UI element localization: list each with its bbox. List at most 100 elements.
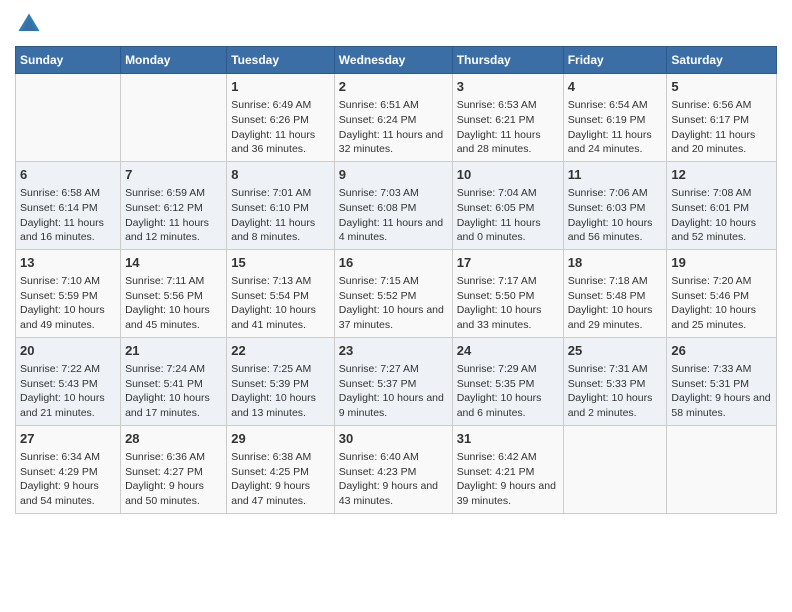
day-number: 27 (20, 430, 116, 448)
day-info: Sunrise: 7:25 AM Sunset: 5:39 PM Dayligh… (231, 362, 330, 421)
day-cell: 29 Sunrise: 6:38 AM Sunset: 4:25 PM Dayli… (227, 425, 335, 513)
day-cell: 21 Sunrise: 7:24 AM Sunset: 5:41 PM Dayli… (121, 337, 227, 425)
day-number: 12 (671, 166, 772, 184)
day-cell: 17Sunrise: 7:17 AM Sunset: 5:50 PM Dayli… (452, 249, 563, 337)
col-header-wednesday: Wednesday (334, 47, 452, 74)
day-number: 11 (568, 166, 663, 184)
day-cell: 11 Sunrise: 7:06 AM Sunset: 6:03 PM Dayli… (563, 161, 667, 249)
day-cell (16, 74, 121, 162)
day-number: 7 (125, 166, 222, 184)
day-number: 21 (125, 342, 222, 360)
day-cell: 24 Sunrise: 7:29 AM Sunset: 5:35 PM Dayli… (452, 337, 563, 425)
day-info: Sunrise: 7:01 AM Sunset: 6:10 PM Dayligh… (231, 186, 330, 245)
day-cell: 4Sunrise: 6:54 AM Sunset: 6:19 PM Daylig… (563, 74, 667, 162)
day-info: Sunrise: 6:36 AM Sunset: 4:27 PM Dayligh… (125, 450, 222, 509)
day-cell (563, 425, 667, 513)
day-number: 23 (339, 342, 448, 360)
day-info: Sunrise: 7:33 AM Sunset: 5:31 PM Dayligh… (671, 362, 772, 421)
day-number: 17 (457, 254, 559, 272)
day-number: 28 (125, 430, 222, 448)
day-info: Sunrise: 7:18 AM Sunset: 5:48 PM Dayligh… (568, 274, 663, 333)
day-info: Sunrise: 6:49 AM Sunset: 6:26 PM Dayligh… (231, 98, 330, 157)
day-info: Sunrise: 7:04 AM Sunset: 6:05 PM Dayligh… (457, 186, 559, 245)
day-cell: 18 Sunrise: 7:18 AM Sunset: 5:48 PM Dayli… (563, 249, 667, 337)
day-cell: 13Sunrise: 7:10 AM Sunset: 5:59 PM Dayli… (16, 249, 121, 337)
day-info: Sunrise: 6:34 AM Sunset: 4:29 PM Dayligh… (20, 450, 116, 509)
day-number: 9 (339, 166, 448, 184)
day-info: Sunrise: 7:13 AM Sunset: 5:54 PM Dayligh… (231, 274, 330, 333)
day-cell: 8 Sunrise: 7:01 AM Sunset: 6:10 PM Daylig… (227, 161, 335, 249)
day-info: Sunrise: 6:53 AM Sunset: 6:21 PM Dayligh… (457, 98, 559, 157)
day-number: 25 (568, 342, 663, 360)
week-row-4: 20 Sunrise: 7:22 AM Sunset: 5:43 PM Dayli… (16, 337, 777, 425)
day-cell: 23 Sunrise: 7:27 AM Sunset: 5:37 PM Dayli… (334, 337, 452, 425)
day-number: 15 (231, 254, 330, 272)
day-cell: 27 Sunrise: 6:34 AM Sunset: 4:29 PM Dayli… (16, 425, 121, 513)
day-cell: 6 Sunrise: 6:58 AM Sunset: 6:14 PM Daylig… (16, 161, 121, 249)
day-cell: 7 Sunrise: 6:59 AM Sunset: 6:12 PM Daylig… (121, 161, 227, 249)
logo-icon (15, 10, 43, 38)
day-number: 2 (339, 78, 448, 96)
day-number: 1 (231, 78, 330, 96)
day-number: 14 (125, 254, 222, 272)
day-cell: 20 Sunrise: 7:22 AM Sunset: 5:43 PM Dayli… (16, 337, 121, 425)
day-number: 18 (568, 254, 663, 272)
day-cell: 28 Sunrise: 6:36 AM Sunset: 4:27 PM Dayli… (121, 425, 227, 513)
day-number: 10 (457, 166, 559, 184)
day-number: 20 (20, 342, 116, 360)
day-info: Sunrise: 6:38 AM Sunset: 4:25 PM Dayligh… (231, 450, 330, 509)
day-cell: 15 Sunrise: 7:13 AM Sunset: 5:54 PM Dayli… (227, 249, 335, 337)
day-cell (121, 74, 227, 162)
week-row-5: 27 Sunrise: 6:34 AM Sunset: 4:29 PM Dayli… (16, 425, 777, 513)
week-row-1: 1 Sunrise: 6:49 AM Sunset: 6:26 PM Daylig… (16, 74, 777, 162)
day-info: Sunrise: 6:42 AM Sunset: 4:21 PM Dayligh… (457, 450, 559, 509)
day-cell: 2 Sunrise: 6:51 AM Sunset: 6:24 PM Daylig… (334, 74, 452, 162)
col-header-tuesday: Tuesday (227, 47, 335, 74)
header-row: SundayMondayTuesdayWednesdayThursdayFrid… (16, 47, 777, 74)
day-info: Sunrise: 7:24 AM Sunset: 5:41 PM Dayligh… (125, 362, 222, 421)
day-info: Sunrise: 6:58 AM Sunset: 6:14 PM Dayligh… (20, 186, 116, 245)
day-cell: 9 Sunrise: 7:03 AM Sunset: 6:08 PM Daylig… (334, 161, 452, 249)
day-cell: 1 Sunrise: 6:49 AM Sunset: 6:26 PM Daylig… (227, 74, 335, 162)
col-header-saturday: Saturday (667, 47, 777, 74)
day-info: Sunrise: 7:29 AM Sunset: 5:35 PM Dayligh… (457, 362, 559, 421)
day-number: 6 (20, 166, 116, 184)
day-info: Sunrise: 6:40 AM Sunset: 4:23 PM Dayligh… (339, 450, 448, 509)
day-number: 31 (457, 430, 559, 448)
day-cell: 22 Sunrise: 7:25 AM Sunset: 5:39 PM Dayli… (227, 337, 335, 425)
header (15, 10, 777, 38)
day-info: Sunrise: 7:31 AM Sunset: 5:33 PM Dayligh… (568, 362, 663, 421)
day-number: 3 (457, 78, 559, 96)
day-info: Sunrise: 6:59 AM Sunset: 6:12 PM Dayligh… (125, 186, 222, 245)
day-info: Sunrise: 7:22 AM Sunset: 5:43 PM Dayligh… (20, 362, 116, 421)
day-number: 19 (671, 254, 772, 272)
day-info: Sunrise: 7:06 AM Sunset: 6:03 PM Dayligh… (568, 186, 663, 245)
col-header-sunday: Sunday (16, 47, 121, 74)
day-cell: 3 Sunrise: 6:53 AM Sunset: 6:21 PM Daylig… (452, 74, 563, 162)
day-cell: 26 Sunrise: 7:33 AM Sunset: 5:31 PM Dayli… (667, 337, 777, 425)
day-cell: 19Sunrise: 7:20 AM Sunset: 5:46 PM Dayli… (667, 249, 777, 337)
day-number: 26 (671, 342, 772, 360)
day-number: 30 (339, 430, 448, 448)
day-cell: 30 Sunrise: 6:40 AM Sunset: 4:23 PM Dayli… (334, 425, 452, 513)
day-number: 8 (231, 166, 330, 184)
col-header-monday: Monday (121, 47, 227, 74)
day-number: 29 (231, 430, 330, 448)
day-info: Sunrise: 7:15 AM Sunset: 5:52 PM Dayligh… (339, 274, 448, 333)
day-info: Sunrise: 6:56 AM Sunset: 6:17 PM Dayligh… (671, 98, 772, 157)
day-info: Sunrise: 7:11 AM Sunset: 5:56 PM Dayligh… (125, 274, 222, 333)
day-cell: 31 Sunrise: 6:42 AM Sunset: 4:21 PM Dayli… (452, 425, 563, 513)
day-number: 22 (231, 342, 330, 360)
col-header-thursday: Thursday (452, 47, 563, 74)
day-cell (667, 425, 777, 513)
day-cell: 14 Sunrise: 7:11 AM Sunset: 5:56 PM Dayli… (121, 249, 227, 337)
day-cell: 10 Sunrise: 7:04 AM Sunset: 6:05 PM Dayli… (452, 161, 563, 249)
logo (15, 10, 47, 38)
day-info: Sunrise: 7:03 AM Sunset: 6:08 PM Dayligh… (339, 186, 448, 245)
day-cell: 16 Sunrise: 7:15 AM Sunset: 5:52 PM Dayli… (334, 249, 452, 337)
day-number: 24 (457, 342, 559, 360)
day-cell: 25 Sunrise: 7:31 AM Sunset: 5:33 PM Dayli… (563, 337, 667, 425)
day-number: 16 (339, 254, 448, 272)
day-info: Sunrise: 7:27 AM Sunset: 5:37 PM Dayligh… (339, 362, 448, 421)
day-info: Sunrise: 6:51 AM Sunset: 6:24 PM Dayligh… (339, 98, 448, 157)
